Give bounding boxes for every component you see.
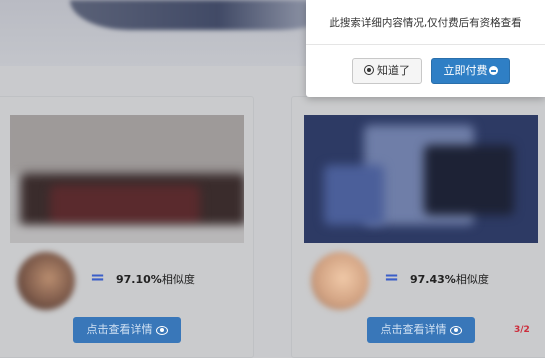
result-thumbnail-blurred (10, 115, 244, 243)
similarity-score: 97.10%相似度 (116, 273, 195, 287)
view-details-button[interactable]: 点击查看详情 (73, 317, 181, 343)
pay-now-label: 立即付费 (443, 64, 488, 77)
eye-icon (449, 325, 462, 335)
acknowledge-label: 知道了 (377, 64, 410, 77)
avatar (17, 252, 75, 310)
similarity-score: 97.43%相似度 (410, 273, 489, 287)
header-image-blurred (70, 0, 340, 30)
dialog-divider (306, 44, 545, 45)
watermark-stamp: 3/2 (514, 325, 530, 335)
circle-dot-icon (364, 65, 374, 75)
result-thumbnail-blurred (304, 115, 538, 243)
result-card-2: = 97.43%相似度 点击查看详情 (291, 96, 545, 358)
acknowledge-button[interactable]: 知道了 (352, 58, 422, 84)
similarity-value: 97.10% (116, 273, 162, 286)
similarity-unit: 相似度 (455, 273, 489, 286)
similarity-unit: 相似度 (161, 273, 195, 286)
dialog-message: 此搜索详细内容情况,仅付费后有资格查看 (329, 17, 522, 29)
equals-icon: = (90, 267, 106, 288)
similarity-value: 97.43% (410, 273, 456, 286)
pay-now-button[interactable]: 立即付费 (431, 58, 510, 84)
avatar (311, 252, 369, 310)
view-details-label: 点击查看详情 (86, 323, 153, 336)
view-details-label: 点击查看详情 (380, 323, 447, 336)
result-card-1: = 97.10%相似度 点击查看详情 (0, 96, 254, 358)
paywall-dialog: 此搜索详细内容情况,仅付费后有资格查看 知道了 立即付费 (306, 0, 545, 97)
circle-arrow-icon (488, 66, 498, 75)
equals-icon: = (384, 267, 400, 288)
view-details-button[interactable]: 点击查看详情 (367, 317, 475, 343)
eye-icon (155, 325, 168, 335)
